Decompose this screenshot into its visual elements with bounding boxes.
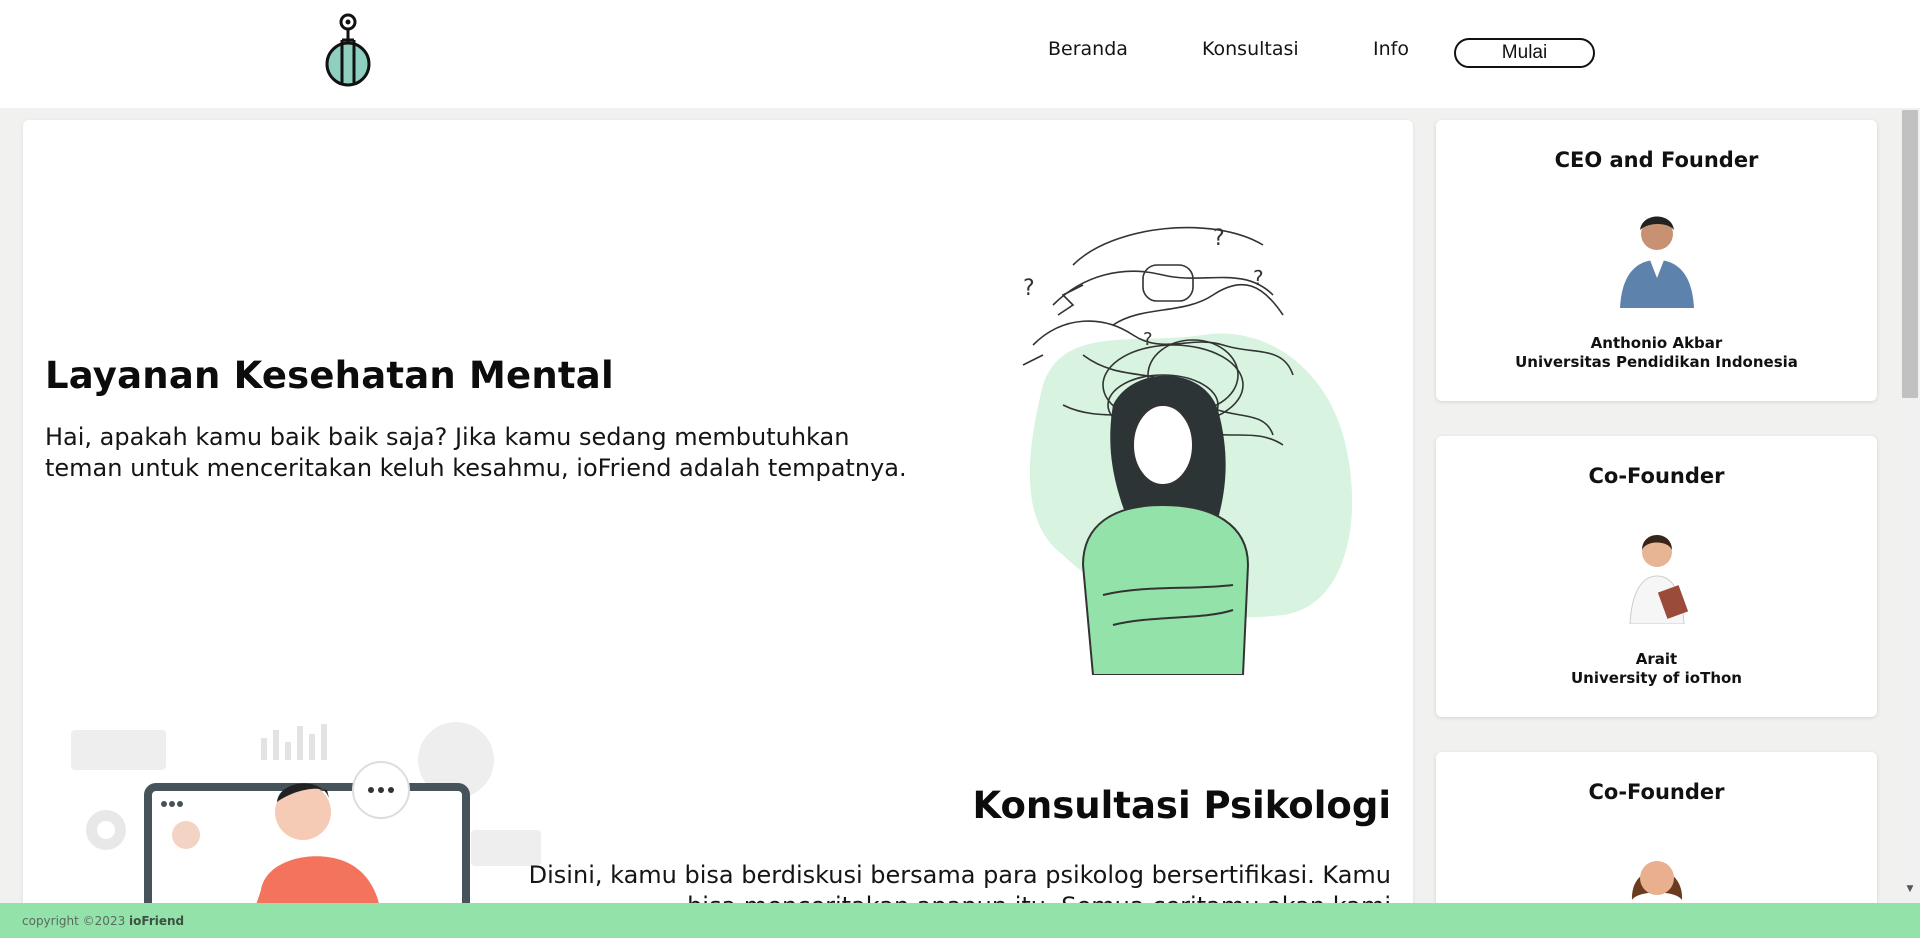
footer-brand: ioFriend: [129, 914, 185, 928]
nav-info[interactable]: Info: [1373, 38, 1409, 60]
avatar: [1602, 199, 1711, 308]
mulai-button[interactable]: Mulai: [1454, 38, 1595, 68]
bulb-logo-icon[interactable]: [320, 12, 376, 88]
svg-text:?: ?: [1253, 266, 1264, 290]
footer-copyright: copyright ©2023 ioFriend: [22, 914, 184, 928]
team-card-cofounder-1: Co-Founder Arait University of ioThon: [1436, 436, 1877, 717]
hero-description: Hai, apakah kamu baik baik saja? Jika ka…: [45, 423, 907, 482]
team-organization: Universitas Pendidikan Indonesia: [1515, 353, 1798, 371]
team-organization: University of ioThon: [1571, 669, 1742, 687]
nav-beranda[interactable]: Beranda: [1048, 38, 1128, 60]
footer: copyright ©2023 ioFriend: [0, 903, 1920, 938]
team-role: Co-Founder: [1588, 780, 1725, 804]
svg-text:?: ?: [1213, 226, 1225, 251]
main-content-card: Layanan Kesehatan Mental Hai, apakah kam…: [23, 120, 1413, 910]
svg-text:?: ?: [1143, 329, 1153, 350]
page-scrollbar[interactable]: ▼: [1900, 108, 1920, 903]
anxious-woman-illustration: ? ? ? ?: [1022, 226, 1353, 675]
team-name: Anthonio Akbar: [1590, 334, 1723, 352]
svg-text:?: ?: [1023, 276, 1035, 301]
section-title-konsultasi: Konsultasi Psikologi: [972, 784, 1391, 827]
team-role: Co-Founder: [1588, 464, 1725, 488]
team-name: Arait: [1635, 650, 1678, 668]
online-consultation-illustration: [71, 722, 541, 910]
hero-title: Layanan Kesehatan Mental: [45, 354, 614, 397]
team-card-ceo: CEO and Founder Anthonio Akbar Universit…: [1436, 120, 1877, 401]
nav-konsultasi[interactable]: Konsultasi: [1202, 38, 1299, 60]
scrollbar-thumb[interactable]: [1902, 110, 1918, 398]
copyright-text: copyright ©2023: [22, 914, 130, 928]
scroll-down-arrow-icon[interactable]: ▼: [1905, 885, 1915, 894]
top-navbar: Beranda Konsultasi Info Mulai: [0, 0, 1920, 108]
team-role: CEO and Founder: [1554, 148, 1759, 172]
avatar: [1602, 515, 1711, 624]
